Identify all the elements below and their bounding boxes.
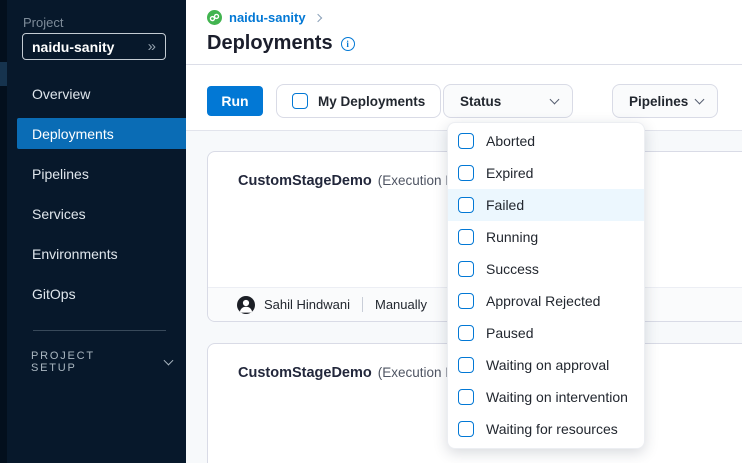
menu-checkbox[interactable] [458,229,474,245]
execution-id-caption: (Execution Id [378,365,457,380]
breadcrumb-chevron-icon [313,13,321,21]
footer-divider [362,297,363,312]
page-title: Deployments [207,32,333,55]
project-label: Project [23,15,63,30]
menu-item-label: Success [486,261,539,277]
pipelines-filter-dropdown[interactable]: Pipelines [612,84,718,118]
menu-item-label: Expired [486,165,533,181]
menu-checkbox[interactable] [458,421,474,437]
run-button[interactable]: Run [207,86,263,116]
sidebar-item-label: Environments [32,246,118,262]
my-deployments-filter[interactable]: My Deployments [276,84,441,118]
menu-item-paused[interactable]: Paused [448,317,644,349]
my-deployments-checkbox[interactable] [292,93,308,109]
status-filter-label: Status [460,94,501,109]
menu-item-waiting-on-intervention[interactable]: Waiting on intervention [448,381,644,413]
project-setup-toggle[interactable]: PROJECT SETUP [31,350,172,374]
pipeline-name[interactable]: CustomStageDemo [238,173,372,189]
menu-item-running[interactable]: Running [448,221,644,253]
sidebar-item-overview[interactable]: Overview [17,78,186,109]
my-deployments-label: My Deployments [318,94,425,109]
chevron-down-icon [695,94,705,104]
sidebar-item-label: Deployments [32,126,114,142]
page-title-row: Deployments [207,32,355,55]
sidebar-item-environments[interactable]: Environments [17,238,186,269]
sidebar-item-deployments[interactable]: Deployments [17,118,186,149]
menu-checkbox[interactable] [458,261,474,277]
menu-item-waiting-for-resources[interactable]: Waiting for resources [448,413,644,445]
user-avatar-icon [237,296,255,314]
triggered-by-user: Sahil Hindwani [264,297,350,312]
page-header: naidu-sanity Deployments [186,0,742,65]
sidebar-item-label: GitOps [32,286,76,302]
cd-module-icon [207,10,222,25]
sidebar-item-label: Pipelines [32,166,89,182]
sidebar-item-gitops[interactable]: GitOps [17,278,186,309]
breadcrumb: naidu-sanity [207,10,321,25]
menu-checkbox[interactable] [458,293,474,309]
menu-checkbox[interactable] [458,133,474,149]
pipelines-filter-label: Pipelines [629,94,688,109]
menu-item-label: Aborted [486,133,535,149]
sidebar-item-services[interactable]: Services [17,198,186,229]
trigger-type: Manually [375,297,427,312]
pipeline-name[interactable]: CustomStageDemo [238,365,372,381]
project-setup-label: PROJECT SETUP [31,350,143,374]
menu-item-label: Paused [486,325,533,341]
sidebar: Project naidu-sanity » Overview Deployme… [7,0,186,463]
menu-item-expired[interactable]: Expired [448,157,644,189]
sidebar-divider [33,330,166,331]
execution-id-caption: (Execution Id [378,173,457,188]
breadcrumb-project-link[interactable]: naidu-sanity [229,10,306,25]
menu-item-label: Running [486,229,538,245]
menu-item-success[interactable]: Success [448,253,644,285]
chevron-down-icon [164,355,174,365]
menu-item-aborted[interactable]: Aborted [448,125,644,157]
project-selector[interactable]: naidu-sanity » [22,33,166,60]
menu-item-label: Waiting on approval [486,357,609,373]
info-icon[interactable] [341,37,355,51]
module-nav-indicator [0,62,7,86]
module-nav-strip [0,0,7,463]
menu-checkbox[interactable] [458,357,474,373]
sidebar-item-label: Overview [32,86,90,102]
menu-checkbox[interactable] [458,389,474,405]
menu-checkbox[interactable] [458,165,474,181]
menu-item-label: Failed [486,197,524,213]
chevron-down-icon [550,94,560,104]
menu-item-waiting-on-approval[interactable]: Waiting on approval [448,349,644,381]
deployment-card-title-row: CustomStageDemo (Execution Id [238,173,457,189]
menu-item-label: Waiting for resources [486,421,618,437]
deployment-card-title-row: CustomStageDemo (Execution Id [238,365,457,381]
menu-checkbox[interactable] [458,325,474,341]
status-filter-dropdown[interactable]: Status [443,84,573,118]
menu-checkbox[interactable] [458,197,474,213]
menu-item-label: Waiting on intervention [486,389,628,405]
sidebar-item-pipelines[interactable]: Pipelines [17,158,186,189]
menu-item-label: Approval Rejected [486,293,600,309]
menu-item-approval-rejected[interactable]: Approval Rejected [448,285,644,317]
expand-project-icon[interactable]: » [148,38,156,55]
menu-item-failed[interactable]: Failed [448,189,644,221]
status-filter-menu: Aborted Expired Failed Running Success A… [447,122,645,449]
sidebar-item-label: Services [32,206,86,222]
project-selector-value: naidu-sanity [32,39,114,55]
sidebar-nav: Overview Deployments Pipelines Services … [7,78,186,318]
